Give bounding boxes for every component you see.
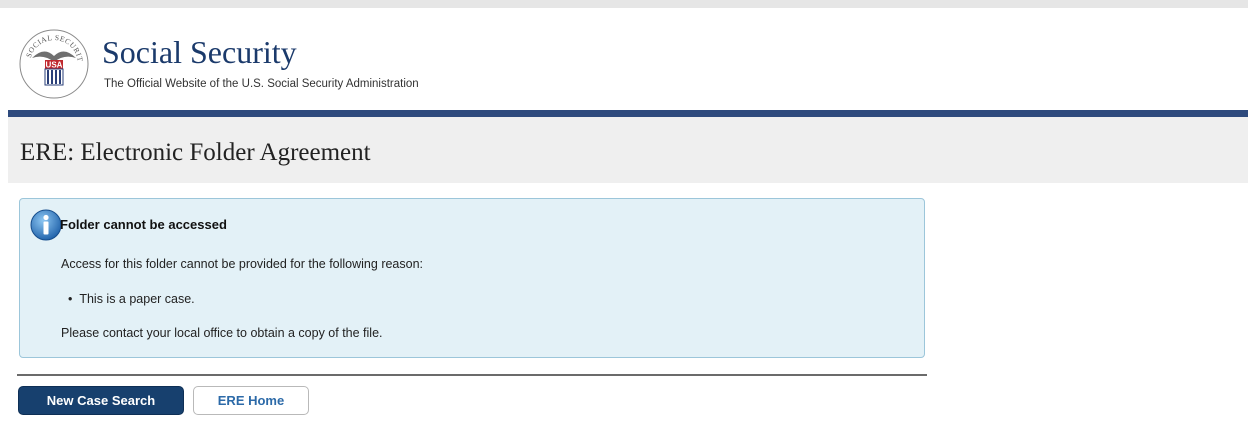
site-title[interactable]: Social Security [102, 34, 297, 71]
alert-message: Access for this folder cannot be provide… [61, 257, 424, 271]
header-divider [8, 110, 1248, 117]
section-divider [17, 374, 927, 376]
top-rule [0, 0, 1248, 8]
alert-heading: Folder cannot be accessed [60, 217, 227, 232]
title-band: ERE: Electronic Folder Agreement [8, 117, 1248, 183]
alert-instruction: Please contact your local office to obta… [61, 326, 383, 340]
page-title: ERE: Electronic Folder Agreement [20, 139, 371, 166]
alert-reason-text: This is a paper case. [79, 292, 195, 306]
new-case-search-button[interactable]: New Case Search [18, 386, 184, 415]
info-icon [30, 209, 62, 241]
ere-home-button[interactable]: ERE Home [193, 386, 309, 415]
info-alert: Folder cannot be accessed Access for thi… [19, 198, 925, 358]
bullet-icon: • [68, 292, 80, 306]
seal-center-text: USA [46, 61, 63, 70]
ssa-seal-icon[interactable]: SOCIAL SECURITY USA [18, 28, 90, 100]
site-header: SOCIAL SECURITY USA Social Security The … [0, 8, 1248, 110]
alert-reason-item: • This is a paper case. [68, 292, 195, 306]
site-subtitle: The Official Website of the U.S. Social … [104, 78, 419, 90]
